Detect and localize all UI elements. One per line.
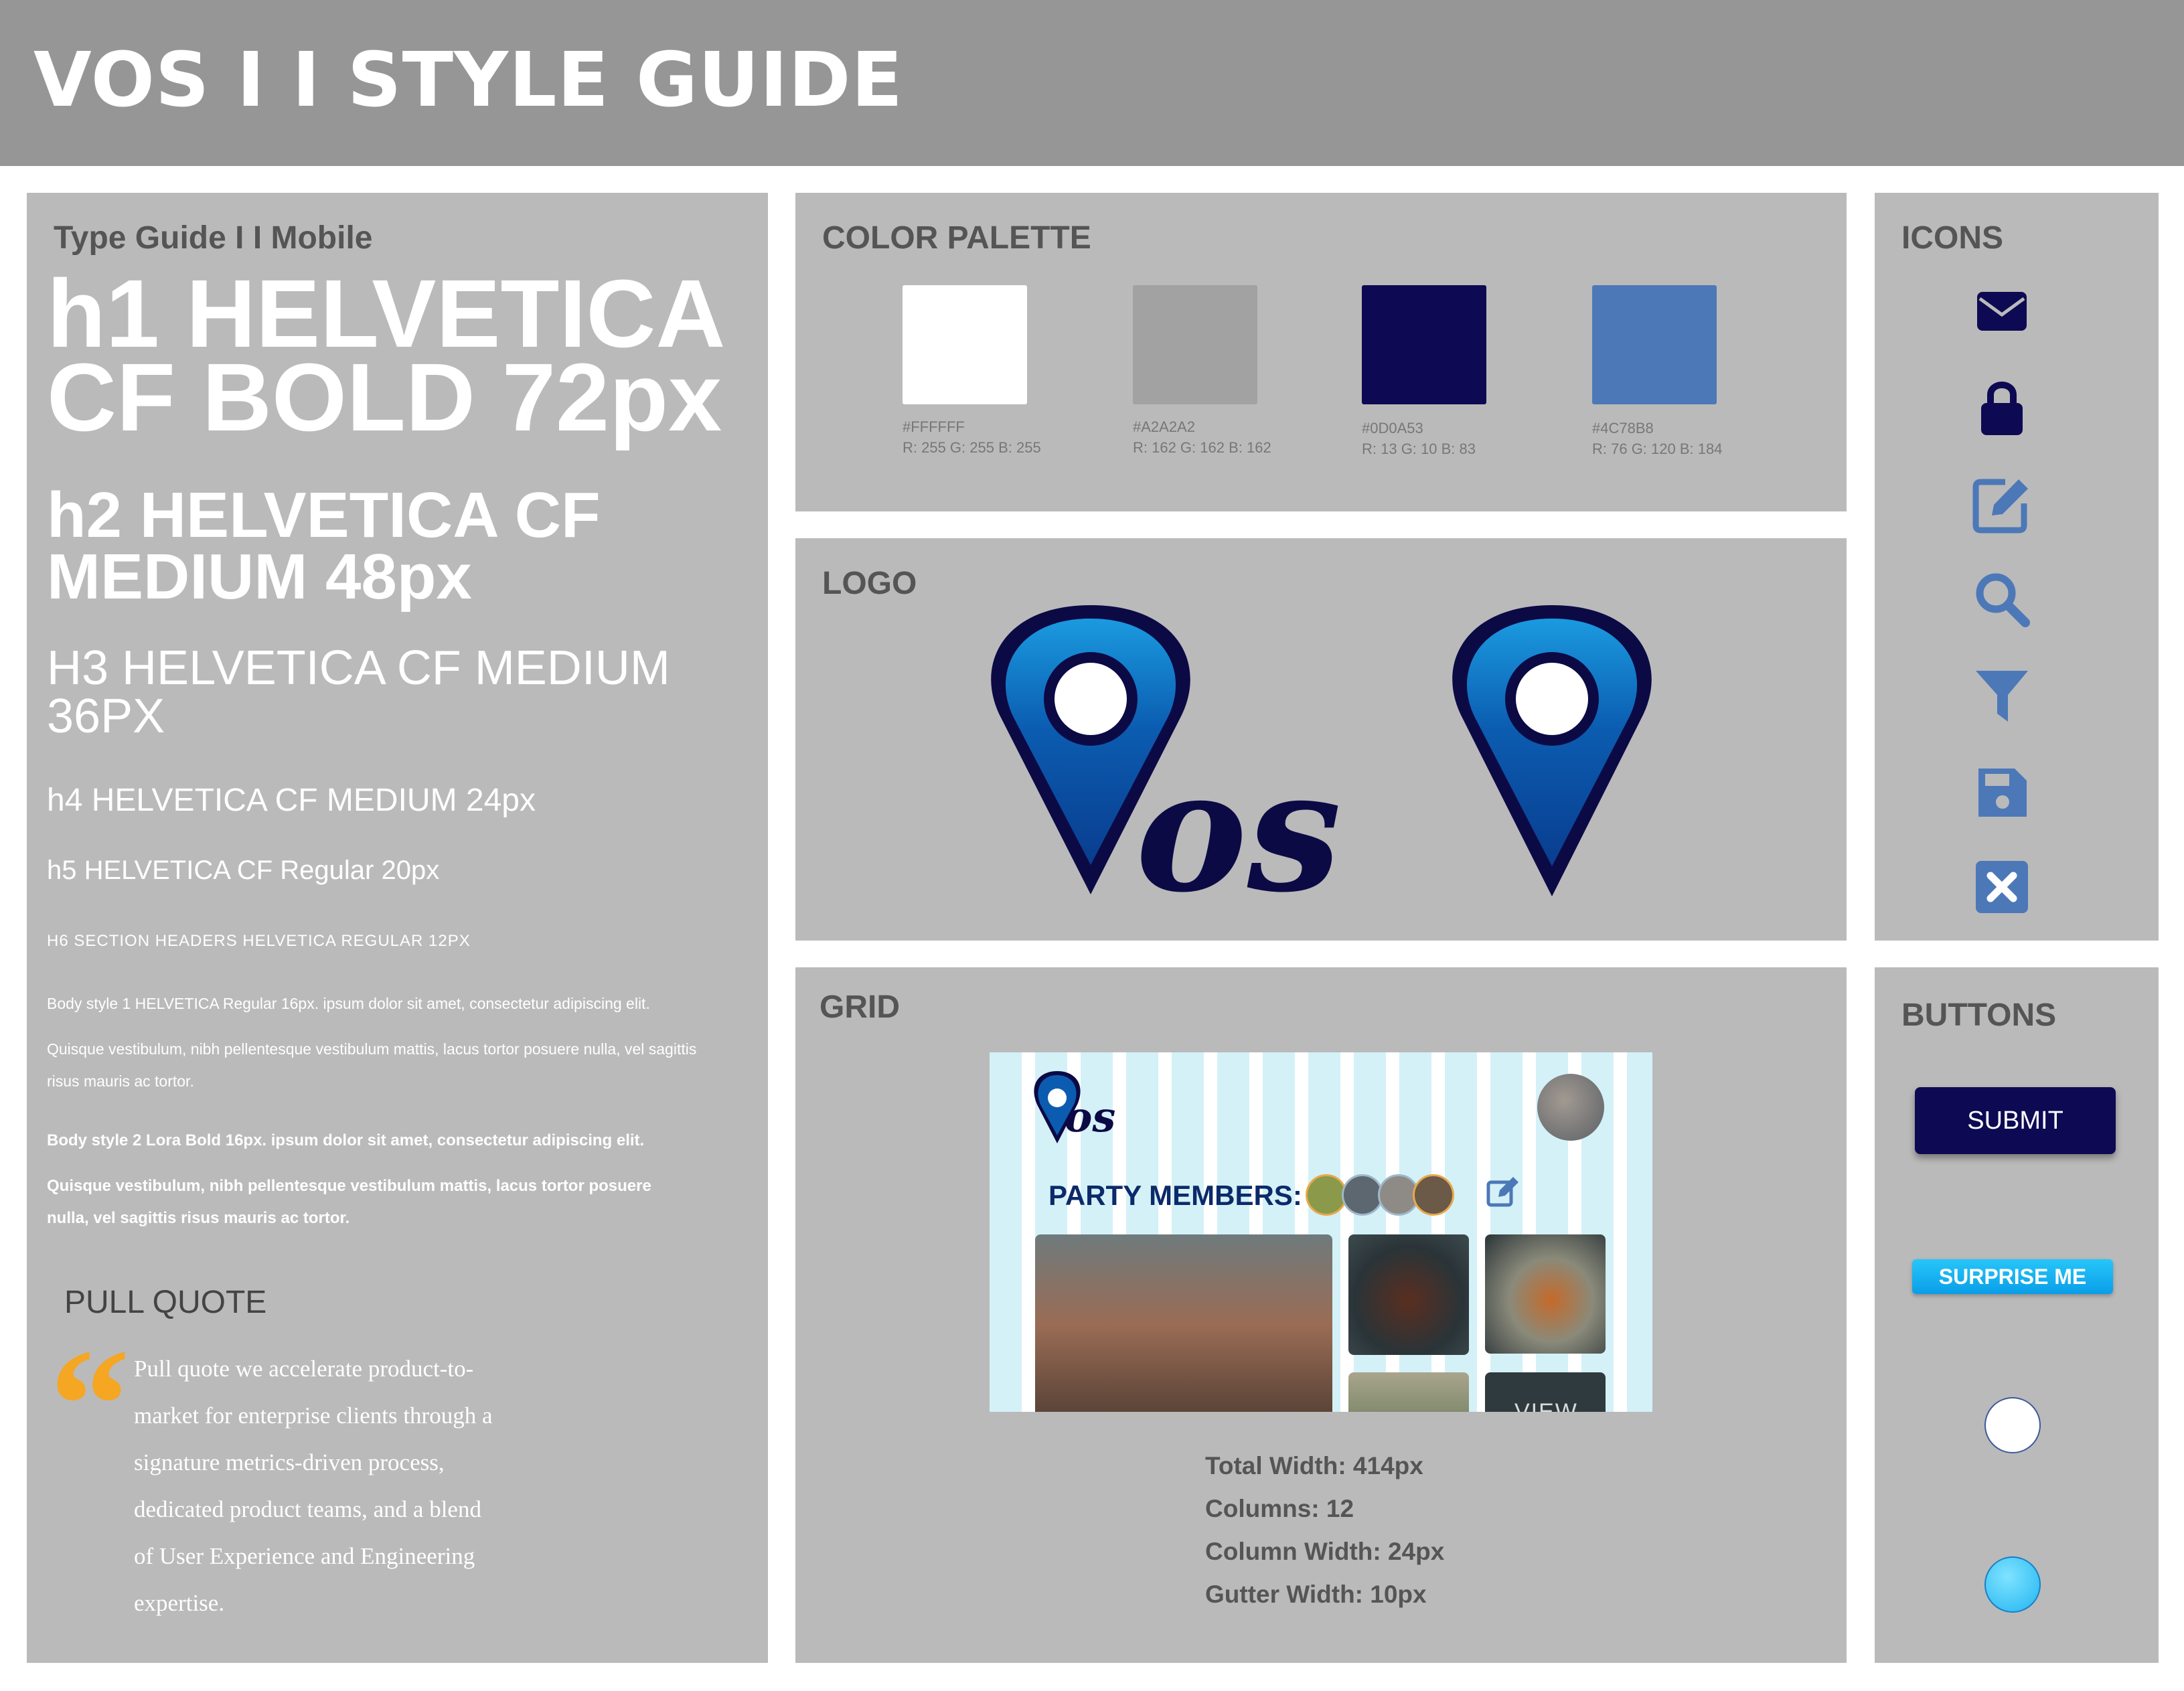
buttons-panel: BUTTONS SUBMIT SURPRISE ME xyxy=(1875,967,2159,1663)
surprise-me-button-label: SURPRISE ME xyxy=(1938,1264,2087,1289)
pull-quote-line2: market for enterprise clients through a xyxy=(134,1402,493,1429)
icons-panel: ICONS xyxy=(1875,193,2159,941)
h5-sample: h5 HELVETICA CF Regular 20px xyxy=(47,856,440,885)
envelope-icon xyxy=(1977,292,2027,331)
radio-button-unselected[interactable] xyxy=(1984,1397,2041,1453)
swatch-gray-hex: #A2A2A2 xyxy=(1133,418,1195,435)
swatch-navy-rgb: R: 13 G: 10 B: 83 xyxy=(1362,440,1476,457)
body1-line3: risus mauris ac tortor. xyxy=(47,1072,194,1090)
grid-title: GRID xyxy=(820,989,900,1025)
swatch-gray xyxy=(1133,285,1257,404)
swatch-blue-hex: #4C78B8 xyxy=(1592,420,1654,436)
color-palette-title: COLOR PALETTE xyxy=(822,220,1091,256)
h3-sample-line2: 36PX xyxy=(47,690,165,743)
swatch-white xyxy=(903,285,1027,404)
mock-member-avatar[interactable] xyxy=(1306,1174,1347,1216)
header-bar: VOS I I STYLE GUIDE xyxy=(0,0,2184,166)
mock-view-label: VIEW xyxy=(1514,1399,1578,1412)
lock-icon xyxy=(1981,382,2023,435)
grid-stat-gutter-width: Gutter Width: 10px xyxy=(1205,1581,1427,1608)
mock-party-label: PARTY MEMBERS: xyxy=(1048,1180,1302,1211)
grid-stat-columns: Columns: 12 xyxy=(1205,1495,1354,1522)
grid-panel: GRID os PARTY MEMBERS: VIEW Total Width:… xyxy=(795,967,1847,1663)
close-icon xyxy=(1976,861,2028,913)
edit-icon xyxy=(1972,479,2028,534)
swatch-blue-rgb: R: 76 G: 120 B: 184 xyxy=(1592,440,1723,457)
mock-photo-view[interactable]: VIEW xyxy=(1485,1372,1606,1412)
icons-title: ICONS xyxy=(1901,220,2004,256)
grid-mockup: os PARTY MEMBERS: VIEW xyxy=(990,1052,1652,1412)
buttons-title: BUTTONS xyxy=(1901,997,2057,1033)
swatch-blue xyxy=(1592,285,1717,404)
pull-quote-line1: Pull quote we accelerate product-to- xyxy=(134,1356,474,1382)
pull-quote-line5: of User Experience and Engineering xyxy=(134,1543,475,1569)
filter-icon xyxy=(1976,671,2028,722)
type-guide-panel: Type Guide I I Mobile h1 HELVETICA CF BO… xyxy=(27,193,768,1663)
pull-quote-line3: signature metrics-driven process, xyxy=(134,1449,445,1475)
h2-sample-line1: h2 HELVETICA CF xyxy=(47,479,601,551)
mock-photo-small[interactable] xyxy=(1485,1234,1606,1354)
mock-photo-large[interactable] xyxy=(1035,1234,1332,1412)
body1-line1: Body style 1 HELVETICA Regular 16px. ips… xyxy=(47,995,650,1012)
submit-button[interactable]: SUBMIT xyxy=(1915,1087,2116,1154)
mock-member-avatar[interactable] xyxy=(1342,1174,1383,1216)
h6-sample: H6 SECTION HEADERS HELVETICA REGULAR 12P… xyxy=(47,932,471,950)
h3-sample-line1: H3 HELVETICA CF MEDIUM xyxy=(47,641,670,695)
logo-graphic: os xyxy=(991,605,1652,929)
logo-pin-icon xyxy=(1452,605,1652,896)
color-palette-panel: COLOR PALETTE #FFFFFF R: 255 G: 255 B: 2… xyxy=(795,193,1847,511)
mock-photo-small[interactable] xyxy=(1348,1234,1469,1355)
pull-quote-line6: expertise. xyxy=(134,1590,225,1616)
search-icon xyxy=(1976,573,2030,627)
body1-line2: Quisque vestibulum, nibh pellentesque ve… xyxy=(47,1040,697,1058)
mock-photo-small[interactable] xyxy=(1348,1372,1469,1412)
swatch-white-rgb: R: 255 G: 255 B: 255 xyxy=(903,439,1041,456)
body2-line3: nulla, vel sagittis risus mauris ac tort… xyxy=(47,1209,350,1227)
h1-sample-line2: CF BOLD 72px xyxy=(47,343,722,451)
submit-button-label: SUBMIT xyxy=(1967,1106,2063,1135)
mock-edit-icon[interactable] xyxy=(1486,1176,1520,1208)
grid-stat-total-width: Total Width: 414px xyxy=(1205,1452,1423,1479)
mock-profile-avatar[interactable] xyxy=(1537,1074,1604,1141)
swatch-navy-hex: #0D0A53 xyxy=(1362,420,1423,436)
swatch-navy xyxy=(1362,285,1486,404)
grid-stat-column-width: Column Width: 24px xyxy=(1205,1538,1445,1565)
logo-wordmark: os xyxy=(1136,732,1342,929)
surprise-me-button[interactable]: SURPRISE ME xyxy=(1912,1259,2113,1294)
quote-mark-icon: “ xyxy=(50,1315,130,1494)
mock-member-avatar[interactable] xyxy=(1413,1174,1454,1216)
radio-button-selected[interactable] xyxy=(1984,1556,2041,1613)
pull-quote-line4: dedicated product teams, and a blend xyxy=(134,1496,481,1522)
swatch-white-hex: #FFFFFF xyxy=(903,418,965,435)
type-guide-title: Type Guide I I Mobile xyxy=(54,220,373,256)
mock-logo-wordmark: os xyxy=(1065,1093,1116,1141)
h2-sample-line2: MEDIUM 48px xyxy=(47,541,472,613)
page-title: VOS I I STYLE GUIDE xyxy=(33,37,903,124)
save-icon xyxy=(1978,769,2027,817)
body2-line1: Body style 2 Lora Bold 16px. ipsum dolor… xyxy=(47,1131,645,1149)
swatch-gray-rgb: R: 162 G: 162 B: 162 xyxy=(1133,439,1271,456)
body2-line2: Quisque vestibulum, nibh pellentesque ve… xyxy=(47,1177,651,1195)
h4-sample: h4 HELVETICA CF MEDIUM 24px xyxy=(47,783,536,818)
logo-panel: LOGO os xyxy=(795,538,1847,941)
